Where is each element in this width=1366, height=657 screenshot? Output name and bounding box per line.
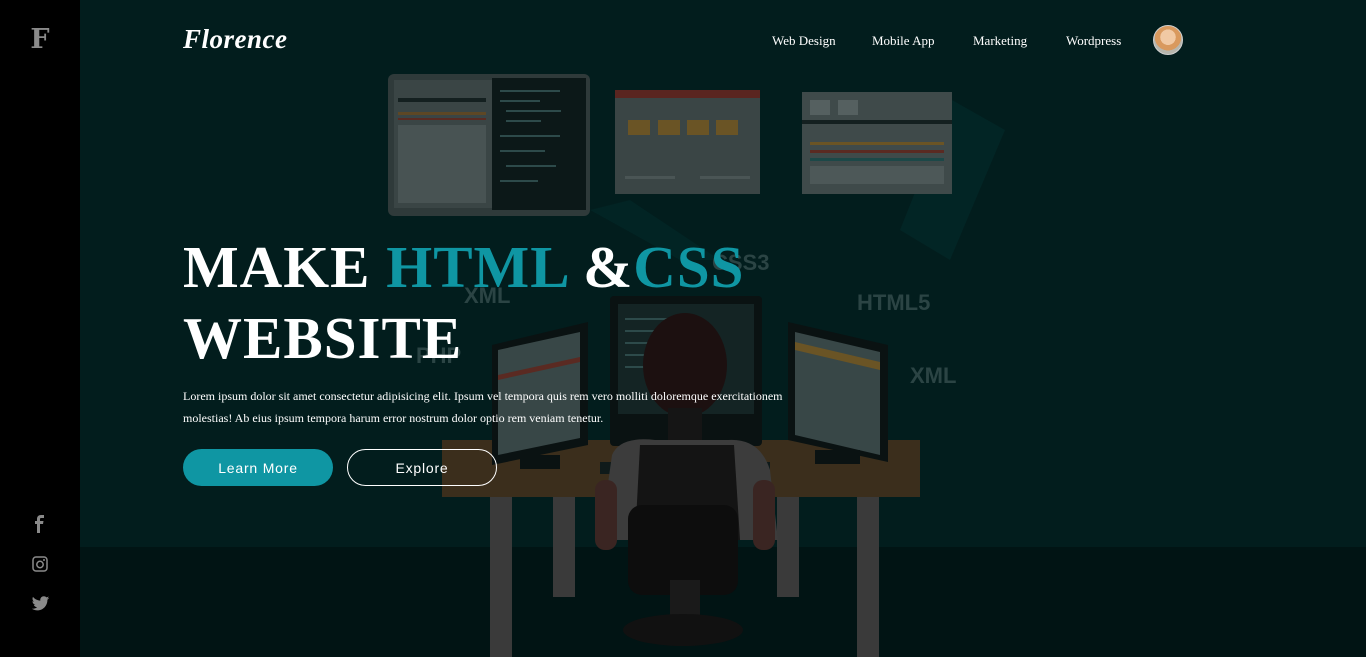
user-avatar[interactable] [1153, 25, 1183, 55]
label-xml-right: XML [910, 363, 956, 388]
nav-web-design[interactable]: Web Design [772, 33, 836, 49]
headline-ampersand: & [567, 234, 634, 300]
facebook-icon[interactable] [0, 515, 80, 533]
nav-marketing[interactable]: Marketing [973, 33, 1027, 49]
code-window-graphic [388, 74, 590, 216]
headline-website: WEBSITE [183, 305, 463, 371]
nav-wordpress[interactable]: Wordpress [1066, 33, 1121, 49]
hero-headline: MAKE HTML &CSS WEBSITE [183, 232, 883, 374]
nav-mobile-app[interactable]: Mobile App [872, 33, 934, 49]
twitter-icon[interactable] [0, 596, 80, 612]
sidebar-logo[interactable]: F [0, 24, 80, 55]
instagram-icon[interactable] [0, 556, 80, 572]
table-window-graphic [802, 92, 952, 194]
hero-section: CSS3 XML HTML5 PHP XML Florence Web Desi… [80, 0, 1366, 657]
explore-button[interactable]: Explore [347, 449, 497, 486]
hero-description: Lorem ipsum dolor sit amet consectetur a… [183, 389, 783, 425]
headline-html: HTML [386, 234, 568, 300]
learn-more-button[interactable]: Learn More [183, 449, 333, 486]
headline-make: MAKE [183, 234, 387, 300]
sidebar: F [0, 0, 80, 657]
folders-window-graphic [615, 90, 760, 194]
brand-logo[interactable]: Florence [183, 24, 288, 55]
headline-css: CSS [633, 234, 745, 300]
